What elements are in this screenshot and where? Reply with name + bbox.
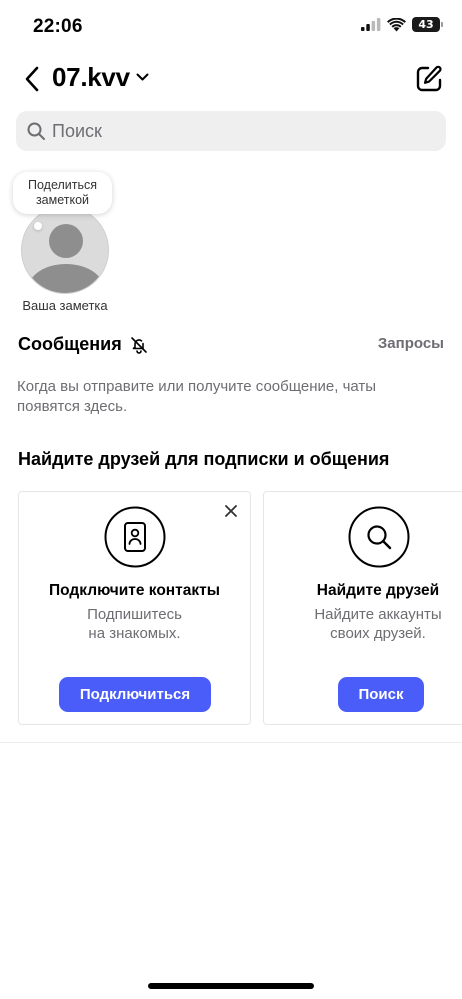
- avatar-placeholder-body: [28, 264, 104, 293]
- card-title: Найдите друзей: [316, 582, 440, 599]
- compose-icon: [416, 65, 442, 92]
- back-button[interactable]: [18, 64, 46, 94]
- wifi-icon: [387, 17, 406, 31]
- close-icon[interactable]: [224, 504, 238, 518]
- note-label: Ваша заметка: [22, 298, 108, 313]
- note-bubble[interactable]: Поделиться заметкой: [13, 172, 112, 214]
- find-friends-card: Найдите друзей Найдите аккаунты своих др…: [263, 491, 462, 725]
- status-bar: 22:06 43: [0, 0, 462, 52]
- requests-link[interactable]: Запросы: [378, 335, 444, 352]
- divider: [0, 742, 462, 743]
- find-friends-title: Найдите друзей для подписки и общения: [18, 449, 390, 469]
- note-bubble-tail: [34, 222, 42, 230]
- account-switcher[interactable]: 07.kvv: [52, 62, 149, 93]
- status-time: 22:06: [33, 16, 83, 37]
- header: 07.kvv: [0, 58, 462, 100]
- connect-contacts-button[interactable]: Подключиться: [59, 677, 211, 712]
- find-friends-button[interactable]: Поиск: [338, 677, 424, 712]
- card-subtitle-line: на знакомых.: [88, 625, 181, 642]
- connect-contacts-card: Подключите контакты Подпишитесь на знако…: [18, 491, 251, 725]
- card-subtitle: Найдите аккаунты своих друзей.: [264, 605, 462, 643]
- card-subtitle: Подпишитесь на знакомых.: [19, 605, 250, 643]
- username: 07.kvv: [52, 62, 130, 92]
- messages-heading: Сообщения: [18, 334, 148, 355]
- search-input[interactable]: [52, 120, 432, 142]
- search-icon: [27, 122, 45, 140]
- contacts-book-icon: [104, 506, 166, 568]
- new-message-button[interactable]: [414, 64, 444, 94]
- bell-muted-icon[interactable]: [130, 336, 148, 354]
- home-indicator[interactable]: [148, 983, 314, 989]
- suggestion-cards[interactable]: Подключите контакты Подпишитесь на знако…: [18, 491, 462, 725]
- search-icon: [348, 506, 410, 568]
- avatar[interactable]: [21, 206, 109, 294]
- messages-empty-text: Когда вы отправите или получите сообщени…: [17, 378, 377, 415]
- messages-title: Сообщения: [18, 334, 122, 354]
- battery-icon: 43: [412, 17, 443, 32]
- battery-level: 43: [418, 18, 434, 31]
- card-subtitle-line: своих друзей.: [330, 625, 426, 642]
- card-subtitle-line: Найдите аккаунты: [314, 606, 442, 623]
- card-title: Подключите контакты: [49, 582, 220, 599]
- card-subtitle-line: Подпишитесь: [87, 606, 182, 623]
- search-bar[interactable]: [16, 111, 446, 151]
- status-icons: 43: [361, 17, 443, 32]
- cellular-signal-icon: [361, 18, 381, 31]
- chevron-down-icon: [136, 73, 149, 81]
- avatar-placeholder-head: [49, 224, 83, 258]
- chevron-left-icon: [25, 66, 39, 92]
